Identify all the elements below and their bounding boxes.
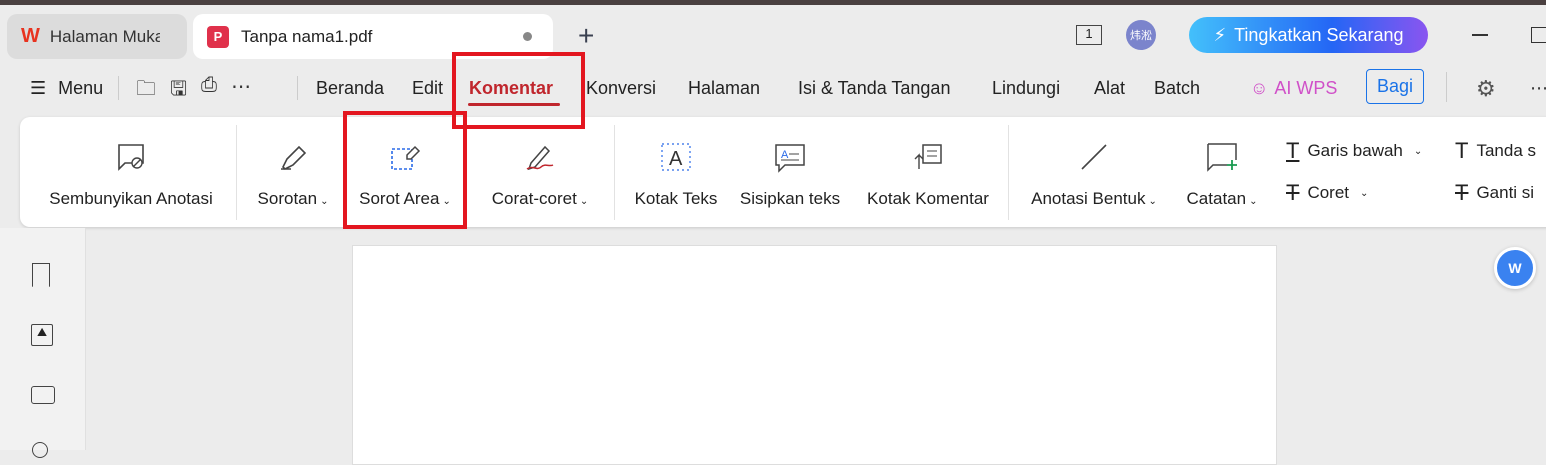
chevron-down-icon: ⌄ <box>1360 187 1369 199</box>
new-tab-button[interactable]: + <box>578 20 594 52</box>
underline-icon: T <box>1286 138 1300 163</box>
search-icon[interactable] <box>32 442 48 458</box>
avatar[interactable]: 炜淞 <box>1126 20 1156 50</box>
wps-logo-icon: W <box>21 25 40 47</box>
ai-wps-button[interactable]: ☺ AI WPS <box>1250 78 1337 99</box>
nav-lindungi[interactable]: Lindungi <box>992 78 1060 99</box>
chevron-down-icon: ⌄ <box>1413 145 1423 157</box>
underline-button[interactable]: T Garis bawah ⌄ <box>1286 138 1422 164</box>
replace-text-icon: T <box>1455 180 1469 205</box>
lightning-icon: ⚡ <box>1213 24 1227 45</box>
hide-comment-icon <box>118 144 144 171</box>
divider <box>1008 125 1009 220</box>
page-indicator[interactable]: 1 <box>1076 25 1102 45</box>
draw-button[interactable]: Corat-coret ⌄ <box>480 117 600 209</box>
window-edge <box>0 0 1546 5</box>
comment-panel-icon[interactable] <box>31 386 55 404</box>
ai-smile-icon: ☺ <box>1250 78 1269 98</box>
svg-text:A: A <box>781 149 789 161</box>
insert-caret-icon: T <box>1455 138 1469 163</box>
divider <box>1446 72 1447 102</box>
insert-mark-button[interactable]: T Tanda s <box>1455 138 1536 164</box>
image-thumbnail-icon[interactable]: ⛰ <box>31 324 53 346</box>
highlight-box-komentar <box>452 52 585 129</box>
highlight-box-sorot-area <box>343 111 467 229</box>
chevron-down-icon: ⌄ <box>579 196 589 207</box>
divider <box>236 125 237 220</box>
hamburger-icon: ☰ <box>30 77 47 98</box>
divider <box>297 76 298 100</box>
nav-beranda[interactable]: Beranda <box>316 78 384 99</box>
nav-konversi[interactable]: Konversi <box>586 78 656 99</box>
insert-text-icon: A <box>775 144 805 173</box>
add-note-icon <box>1207 143 1237 172</box>
upgrade-button[interactable]: ⚡ Tingkatkan Sekarang <box>1189 17 1428 53</box>
pen-scribble-icon <box>526 145 554 171</box>
svg-text:A: A <box>669 148 683 170</box>
convert-to-word-icon[interactable]: W <box>1494 247 1536 289</box>
pdf-page <box>352 245 1277 465</box>
nav-isi-tanda-tangan[interactable]: Isi & Tanda Tangan <box>798 78 950 99</box>
unsaved-dot-icon <box>523 32 532 41</box>
divider <box>614 125 615 220</box>
nav-batch[interactable]: Batch <box>1154 78 1200 99</box>
line-shape-icon <box>1081 144 1107 170</box>
tab-home[interactable]: W Halaman Muka <box>7 14 187 59</box>
chevron-down-icon: ⌄ <box>1249 196 1258 207</box>
note-button[interactable]: Catatan ⌄ <box>1180 117 1264 209</box>
minimize-button[interactable] <box>1472 34 1488 36</box>
menu-button[interactable]: ☰ Menu <box>30 70 103 106</box>
highlight-button[interactable]: Sorotan ⌄ <box>250 117 336 209</box>
settings-icon[interactable]: ⚙ <box>1476 76 1496 102</box>
divider <box>118 76 119 100</box>
comment-box-button[interactable]: Kotak Komentar <box>860 117 996 209</box>
open-folder-icon[interactable]: 🗀 <box>136 74 156 108</box>
shape-annotation-button[interactable]: Anotasi Bentuk ⌄ <box>1024 117 1164 209</box>
maximize-button[interactable] <box>1531 27 1546 43</box>
pdf-icon: P <box>207 25 229 48</box>
hide-annotation-button[interactable]: Sembunyikan Anotasi <box>40 117 222 209</box>
chevron-down-icon: ⌄ <box>320 196 329 207</box>
strikethrough-icon: T <box>1286 180 1300 205</box>
more-icon[interactable]: ⋯ <box>231 74 251 108</box>
insert-text-button[interactable]: A Sisipkan teks <box>735 117 845 209</box>
comment-box-icon <box>914 144 942 169</box>
highlighter-icon <box>281 145 307 170</box>
replace-text-button[interactable]: T Ganti si <box>1455 180 1534 206</box>
print-icon[interactable]: ⎙ <box>201 74 217 108</box>
nav-halaman[interactable]: Halaman <box>688 78 760 99</box>
nav-alat[interactable]: Alat <box>1094 78 1125 99</box>
share-button[interactable]: Bagi <box>1366 69 1424 104</box>
more-options-icon[interactable]: ⋯ <box>1530 78 1546 99</box>
nav-edit[interactable]: Edit <box>412 78 443 99</box>
save-icon[interactable]: 🖫 <box>170 74 187 108</box>
chevron-down-icon: ⌄ <box>1148 196 1157 207</box>
text-box-icon: A <box>661 143 691 171</box>
strikethrough-button[interactable]: T Coret ⌄ <box>1286 180 1368 206</box>
text-box-button[interactable]: A Kotak Teks <box>630 117 722 209</box>
